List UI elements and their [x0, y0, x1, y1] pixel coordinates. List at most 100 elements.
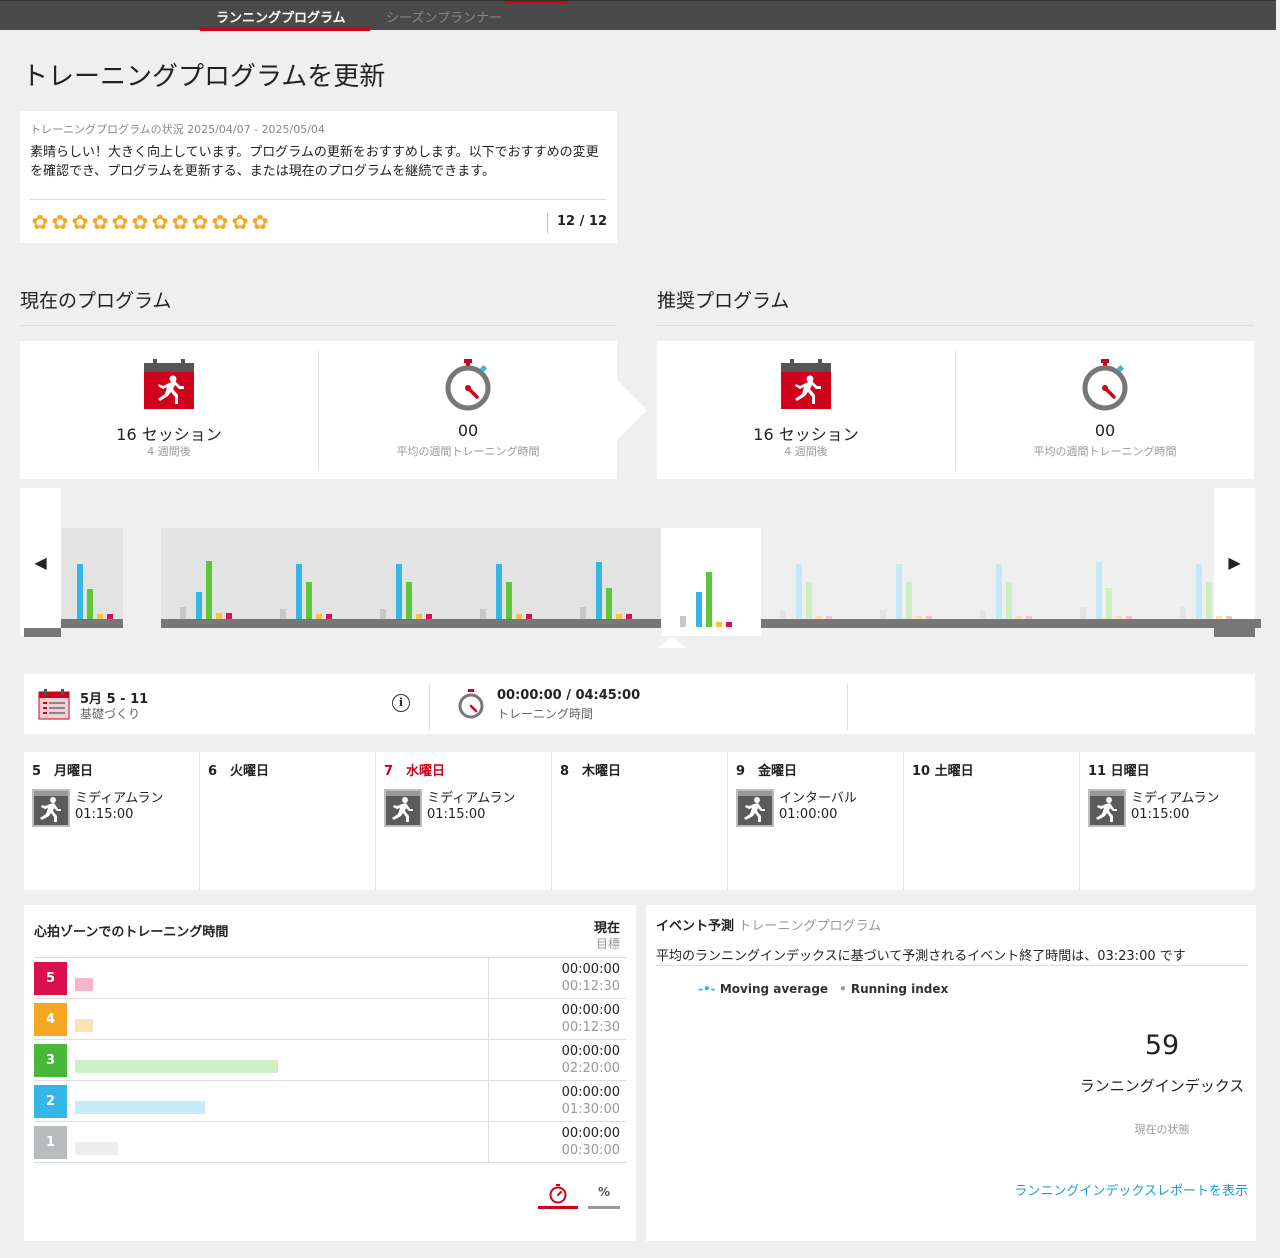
training-time: 00:00:00 / 04:45:00 [497, 688, 641, 703]
zone-target-bar [75, 1060, 278, 1073]
week-bar [496, 564, 502, 619]
day-label: 8 木曜日 [560, 764, 622, 779]
divider [488, 1040, 489, 1081]
week-baseline [61, 619, 123, 628]
hr-zones-card: 心拍ゾーンでのトレーニング時間 現在 目標 % 5 00:00:00 00:12:3… [24, 905, 636, 1241]
percent-toggle[interactable]: % [588, 1181, 620, 1209]
divider [123, 619, 124, 628]
day-label: 11 日曜日 [1088, 764, 1150, 779]
running-session-icon[interactable] [32, 789, 70, 827]
week-column[interactable] [861, 528, 962, 628]
zone-current-time: 00:00:00 [561, 962, 620, 977]
session-name[interactable]: ミディアムラン [1131, 787, 1220, 806]
time-toggle[interactable] [538, 1181, 578, 1209]
day-label: 9 金曜日 [736, 764, 798, 779]
week-bar [606, 588, 612, 619]
calendar-run-icon [144, 359, 194, 409]
day-column[interactable]: 9 金曜日 インターバル 01:00:00 [728, 752, 904, 890]
running-session-icon[interactable] [1088, 789, 1126, 827]
week-column[interactable] [461, 528, 562, 628]
week-column[interactable] [561, 528, 662, 628]
week-baseline [24, 628, 61, 637]
day-column[interactable]: 6 火曜日 [200, 752, 376, 890]
session-name[interactable]: ミディアムラン [427, 787, 516, 806]
divider [488, 999, 489, 1040]
sessions-duration: 4 週間後 [784, 445, 828, 458]
calendar-run-icon [781, 359, 831, 409]
sessions-count: 16 セッション [116, 425, 222, 444]
week-column[interactable] [661, 528, 762, 636]
day-label: 5 月曜日 [32, 764, 94, 779]
week-bar [1096, 562, 1102, 619]
week-bar [796, 564, 802, 619]
divider [488, 958, 489, 999]
zone-target-bar [75, 1142, 118, 1155]
sessions-count: 16 セッション [753, 425, 859, 444]
zone-target-time: 00:30:00 [561, 1143, 620, 1158]
day-column[interactable]: 7 水曜日 ミディアムラン 01:15:00 [376, 752, 552, 890]
zone-current-time: 00:00:00 [561, 1003, 620, 1018]
zone-badge: 1 [34, 1126, 67, 1159]
running-index-label: ランニングインデックス [1079, 1077, 1245, 1095]
star-icon: ✿ [111, 210, 129, 234]
zone-target-time: 00:12:30 [561, 1020, 620, 1035]
zone-target-time: 01:30:00 [561, 1102, 620, 1117]
hr-zone-row: 5 00:00:00 00:12:30 [34, 957, 626, 999]
week-days: 5 月曜日 ミディアムラン 01:15:00 6 火曜日 7 水曜日 ミディアムラン 01:… [24, 752, 1255, 890]
running-session-icon[interactable] [736, 789, 774, 827]
info-icon[interactable]: i [392, 694, 410, 712]
week-column[interactable] [161, 528, 262, 628]
tab-season-planner[interactable]: シーズンプランナー [386, 7, 502, 26]
week-baseline [161, 619, 261, 628]
day-column[interactable]: 10 土曜日 [904, 752, 1080, 890]
week-bar [406, 582, 412, 619]
week-bar [806, 582, 812, 619]
day-column[interactable]: 11 日曜日 ミディアムラン 01:15:00 [1080, 752, 1255, 890]
star-icon: ✿ [171, 210, 189, 234]
star-icon: ✿ [231, 210, 249, 234]
status-subtitle: トレーニングプログラムの状況 2025/04/07 - 2025/05/04 [30, 123, 325, 136]
target-label: 目標 [595, 937, 620, 951]
week-bar [880, 610, 886, 619]
running-session-icon[interactable] [384, 789, 422, 827]
star-icon: ✿ [51, 210, 69, 234]
week-bar [680, 616, 686, 627]
session-name[interactable]: ミディアムラン [75, 787, 164, 806]
week-baseline [1214, 628, 1255, 637]
week-baseline [1061, 619, 1161, 628]
hr-zone-row: 3 00:00:00 02:20:00 [34, 1039, 626, 1081]
prev-week-button[interactable]: ◀ [20, 488, 61, 636]
divider [847, 684, 848, 730]
week-column[interactable] [1061, 528, 1162, 628]
session-name[interactable]: インターバル [779, 787, 857, 806]
avg-weekly-time-label: 平均の週間トレーニング時間 [396, 445, 540, 458]
week-info-bar: 5月 5 - 11 基礎づくり i 00:00:00 / 04:45:00 トレ… [24, 674, 1255, 734]
running-index-sub: 現在の状態 [1134, 1123, 1190, 1136]
divider [34, 1162, 626, 1163]
running-index-report-link[interactable]: ランニングインデックスレポートを表示 [1014, 1180, 1248, 1199]
week-column[interactable] [1161, 528, 1262, 628]
week-bar [280, 609, 286, 619]
star-icon: ✿ [31, 210, 49, 234]
stopwatch-icon [445, 359, 491, 411]
training-time-label: トレーニング時間 [497, 707, 594, 721]
zone-target-bar [75, 1019, 93, 1032]
divider [488, 1122, 489, 1163]
week-column[interactable] [961, 528, 1062, 628]
hr-zone-row: 4 00:00:00 00:12:30 [34, 998, 626, 1040]
week-column[interactable] [261, 528, 362, 628]
week-bar [296, 564, 302, 619]
week-column[interactable] [61, 528, 124, 628]
week-overview-strip: ◀ ▶ [20, 488, 1262, 648]
week-bar [306, 582, 312, 619]
avg-weekly-time: 00 [457, 421, 479, 440]
week-column[interactable] [761, 528, 862, 628]
week-bar [726, 622, 732, 627]
day-column[interactable]: 5 月曜日 ミディアムラン 01:15:00 [24, 752, 200, 890]
current-program-card: 16 セッション 4 週間後 00 平均の週間トレーニング時間 [20, 341, 617, 479]
zone-target-time: 00:12:30 [561, 979, 620, 994]
tab-running-program[interactable]: ランニングプログラム [216, 7, 346, 26]
day-column[interactable]: 8 木曜日 [552, 752, 728, 890]
dot-icon: • [839, 982, 847, 996]
week-column[interactable] [361, 528, 462, 628]
